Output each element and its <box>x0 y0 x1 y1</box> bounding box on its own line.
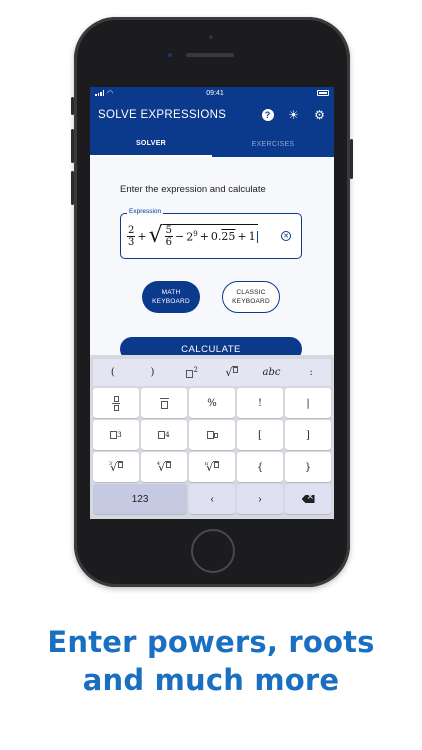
key-cube[interactable]: 3 <box>93 420 139 450</box>
classic-keyboard-button[interactable]: CLASSIC KEYBOARD <box>222 281 280 313</box>
cursor-left-button[interactable]: ‹ <box>189 484 236 514</box>
headline-line-1: Enter powers, roots <box>47 625 375 659</box>
math-keyboard-button[interactable]: MATH KEYBOARD <box>142 281 200 313</box>
front-camera <box>166 51 174 59</box>
sqrt-icon: √ <box>148 223 163 248</box>
power-term: 29 <box>186 229 198 244</box>
cursor-right-button[interactable]: › <box>237 484 284 514</box>
key-open-brace[interactable]: { <box>237 452 283 482</box>
placeholder-box-icon <box>206 431 214 439</box>
key-open-bracket[interactable]: [ <box>237 420 283 450</box>
help-icon: ? <box>261 109 274 121</box>
key-fourth-power[interactable]: 4 <box>141 420 187 450</box>
chevron-right-icon: › <box>258 493 262 505</box>
keyboard-bottom-row: 123 ‹ › <box>92 482 332 514</box>
overline-icon <box>159 397 169 409</box>
placeholder-box-icon <box>158 431 166 439</box>
gear-icon[interactable]: ⚙ <box>313 108 326 122</box>
expression-input[interactable]: Expression 2 3 + √ 5 6 − 29 + 0.25 + 1 ✕ <box>120 208 302 259</box>
sqrt-radicand: 5 6 − 29 + 0.25 + 1 <box>162 224 258 248</box>
key-grid: % ! | 3 4 [ ] 3 √ 4 √ n √ { } <box>92 388 332 482</box>
radicand-fraction: 5 6 <box>164 225 173 248</box>
function-row: ( ) 2 √ abc : <box>93 359 331 386</box>
promo-headline: Enter powers, roots and much more <box>0 623 422 699</box>
key-abc[interactable]: abc <box>252 367 292 378</box>
silent-switch <box>71 97 74 115</box>
app-title: SOLVE EXPRESSIONS <box>98 109 227 121</box>
earpiece <box>186 53 234 57</box>
tab-solver[interactable]: SOLVER <box>90 131 212 157</box>
help-button[interactable]: ? <box>261 109 274 122</box>
sqrt-icon: √ <box>225 366 239 379</box>
numeric-keyboard-toggle[interactable]: 123 <box>93 484 188 514</box>
headline-line-2: and much more <box>82 663 340 697</box>
tab-bar: SOLVER EXERCISES <box>90 131 334 157</box>
operator: + <box>237 230 247 243</box>
key-percent[interactable]: % <box>189 388 235 418</box>
repeating-decimal: 0.25 <box>210 230 236 243</box>
key-close-bracket[interactable]: ] <box>285 420 331 450</box>
fraction-icon <box>112 395 120 411</box>
brightness-icon[interactable]: ☀ <box>287 108 300 122</box>
key-fraction[interactable] <box>93 388 139 418</box>
phone-frame: ◠ 09:41 SOLVE EXPRESSIONS ? ☀ ⚙ SOLVER E… <box>71 17 353 587</box>
sqrt-term: √ 5 6 − 29 + 0.25 + 1 <box>149 224 258 248</box>
volume-up-button <box>71 129 74 163</box>
home-button <box>191 529 235 573</box>
key-fourth-root[interactable]: 4 √ <box>141 452 187 482</box>
battery-icon <box>316 90 329 96</box>
key-square[interactable]: 2 <box>172 366 212 379</box>
instruction-text: Enter the expression and calculate <box>120 184 266 195</box>
fraction-term: 2 3 <box>127 224 136 248</box>
operator: + <box>137 229 147 243</box>
key-abs[interactable]: | <box>285 388 331 418</box>
key-open-paren[interactable]: ( <box>93 367 133 378</box>
expression-label: Expression <box>127 208 164 215</box>
fourth-root-icon: 4 √ <box>157 460 172 474</box>
signal-icon <box>95 90 104 96</box>
status-bar: ◠ 09:41 <box>90 87 334 99</box>
operator: + <box>199 230 209 243</box>
nth-root-icon: n √ <box>205 460 220 474</box>
key-factorial[interactable]: ! <box>237 388 283 418</box>
operator: − <box>175 230 185 243</box>
key-sqrt[interactable]: √ <box>212 366 252 379</box>
key-nth-power[interactable] <box>189 420 235 450</box>
expression-math: 2 3 + √ 5 6 − 29 + 0.25 + 1 <box>127 220 258 252</box>
chevron-left-icon: ‹ <box>210 493 214 505</box>
placeholder-box-icon <box>110 431 118 439</box>
cube-root-icon: 3 √ <box>109 460 124 474</box>
app-screen: ◠ 09:41 SOLVE EXPRESSIONS ? ☀ ⚙ SOLVER E… <box>90 87 334 519</box>
backspace-icon <box>301 495 315 503</box>
key-close-paren[interactable]: ) <box>133 367 173 378</box>
sensor <box>209 35 213 39</box>
constant-term: 1 <box>248 230 256 243</box>
app-bar: SOLVE EXPRESSIONS ? ☀ ⚙ <box>90 99 334 131</box>
key-overline[interactable] <box>141 388 187 418</box>
math-keyboard: ( ) 2 √ abc : % ! | 3 4 [] 3 √ 4 √ n √ … <box>90 355 334 519</box>
tab-exercises[interactable]: EXERCISES <box>212 131 334 157</box>
status-left: ◠ <box>95 89 113 97</box>
key-nth-root[interactable]: n √ <box>189 452 235 482</box>
wifi-icon: ◠ <box>107 90 114 97</box>
clear-icon[interactable]: ✕ <box>281 231 291 241</box>
app-bar-actions: ? ☀ ⚙ <box>261 108 326 122</box>
key-cube-root[interactable]: 3 √ <box>93 452 139 482</box>
key-close-brace[interactable]: } <box>285 452 331 482</box>
status-time: 09:41 <box>206 89 224 97</box>
key-colon[interactable]: : <box>291 367 331 378</box>
text-cursor <box>256 230 258 243</box>
backspace-button[interactable] <box>285 484 331 514</box>
volume-down-button <box>71 171 74 205</box>
power-button <box>350 139 353 179</box>
